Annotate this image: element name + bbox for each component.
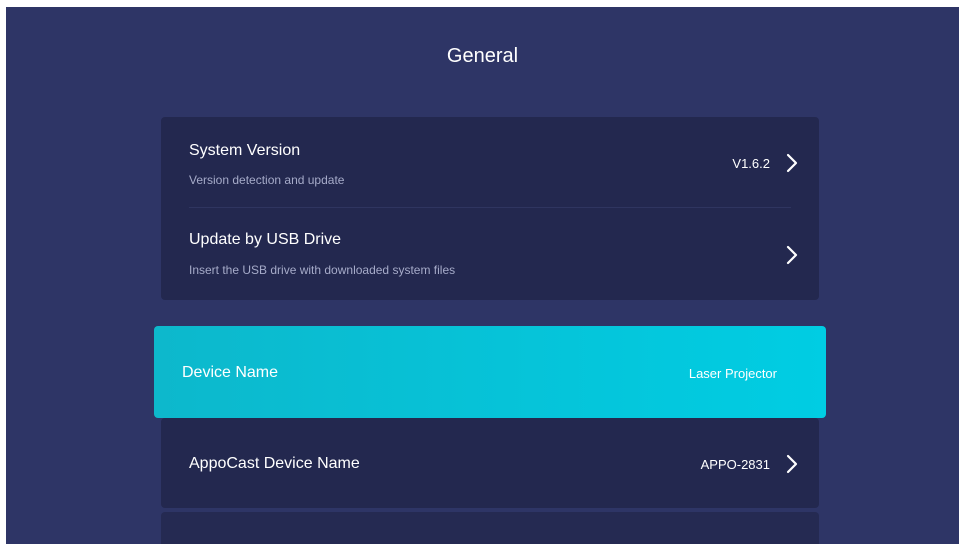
update-settings-group: System Version Version detection and upd… [161,117,819,300]
chevron-right-icon [785,244,799,266]
appocast-device-name-title: AppoCast Device Name [189,455,360,472]
system-version-item[interactable]: System Version Version detection and upd… [161,117,819,207]
device-name-value: Laser Projector [688,366,777,381]
appocast-device-name-item[interactable]: AppoCast Device Name APPO-2831 [161,418,819,508]
usb-update-title: Update by USB Drive [189,231,342,248]
device-name-item[interactable]: Device Name Laser Projector [154,326,826,418]
usb-update-item[interactable]: Update by USB Drive Insert the USB drive… [161,208,819,300]
system-version-subtitle: Version detection and update [189,173,345,187]
next-settings-item[interactable] [161,512,819,544]
page-title: General [446,45,519,67]
settings-screen: General System Version Version detection… [6,7,959,544]
system-version-title: System Version [189,142,301,159]
device-name-title: Device Name [182,364,279,381]
appocast-device-name-value: APPO-2831 [700,457,770,472]
system-version-value: V1.6.2 [732,156,770,171]
chevron-right-icon [785,152,799,174]
usb-update-subtitle: Insert the USB drive with downloaded sys… [189,263,456,277]
chevron-right-icon [785,453,799,475]
